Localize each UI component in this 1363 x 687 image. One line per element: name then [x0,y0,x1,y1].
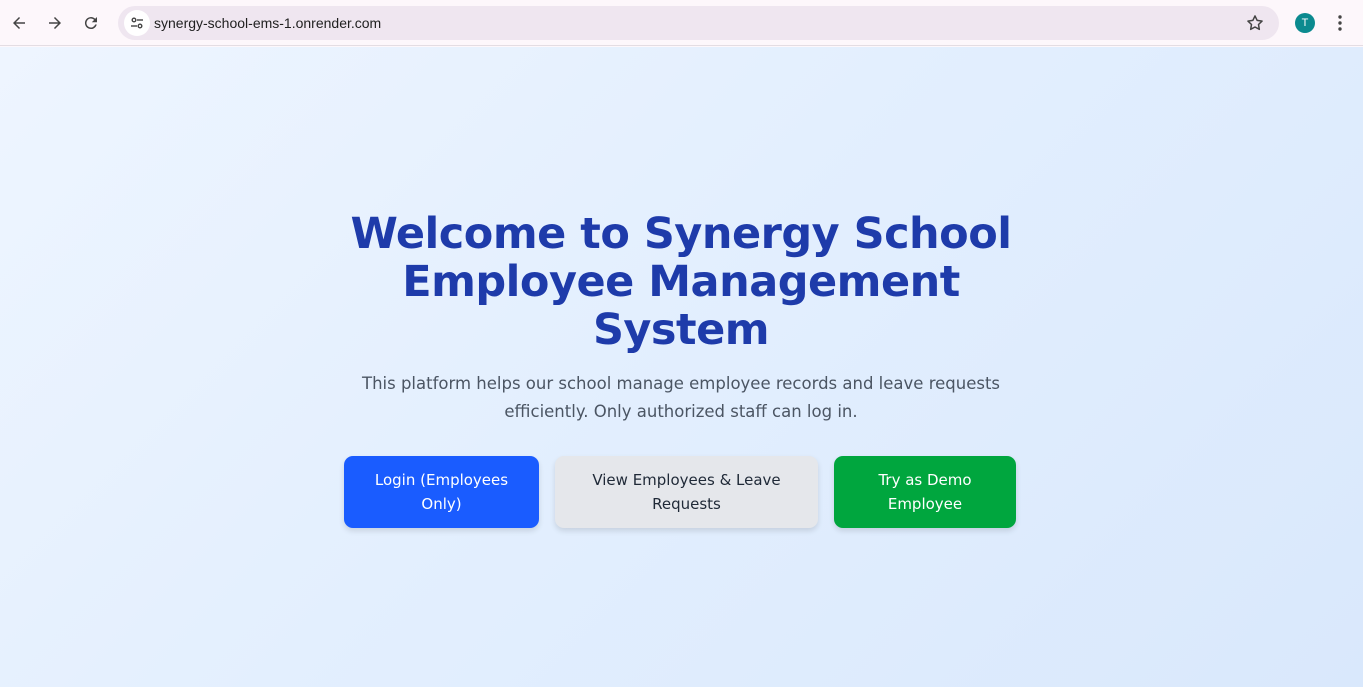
site-info-icon [131,17,143,29]
forward-icon [49,17,61,29]
login-button[interactable]: Login (Employees Only) [344,456,539,528]
page-title: Welcome to Synergy School Employee Manag… [350,209,1013,355]
browser-toolbar: synergy-school-ems-1.onrender.com T [0,0,1363,46]
bookmark-star-icon[interactable] [1245,13,1265,33]
back-button[interactable] [3,7,35,39]
address-bar[interactable]: synergy-school-ems-1.onrender.com [118,6,1279,40]
reload-button[interactable] [75,7,107,39]
url-text[interactable]: synergy-school-ems-1.onrender.com [154,6,381,40]
action-buttons: Login (Employees Only) View Employees & … [344,456,1024,528]
demo-employee-button[interactable]: Try as Demo Employee [834,456,1016,528]
browser-menu-button[interactable] [1330,13,1350,33]
view-employees-button[interactable]: View Employees & Leave Requests [555,456,818,528]
profile-avatar[interactable]: T [1295,13,1315,33]
reload-icon [84,17,97,30]
page-content: Welcome to Synergy School Employee Manag… [0,47,1363,687]
forward-button[interactable] [39,7,71,39]
hero-section: Welcome to Synergy School Employee Manag… [331,210,1031,426]
page-description: This platform helps our school manage em… [361,374,1001,421]
back-icon [13,17,25,29]
more-vert-icon [1338,15,1342,31]
site-info-button[interactable] [124,10,150,36]
